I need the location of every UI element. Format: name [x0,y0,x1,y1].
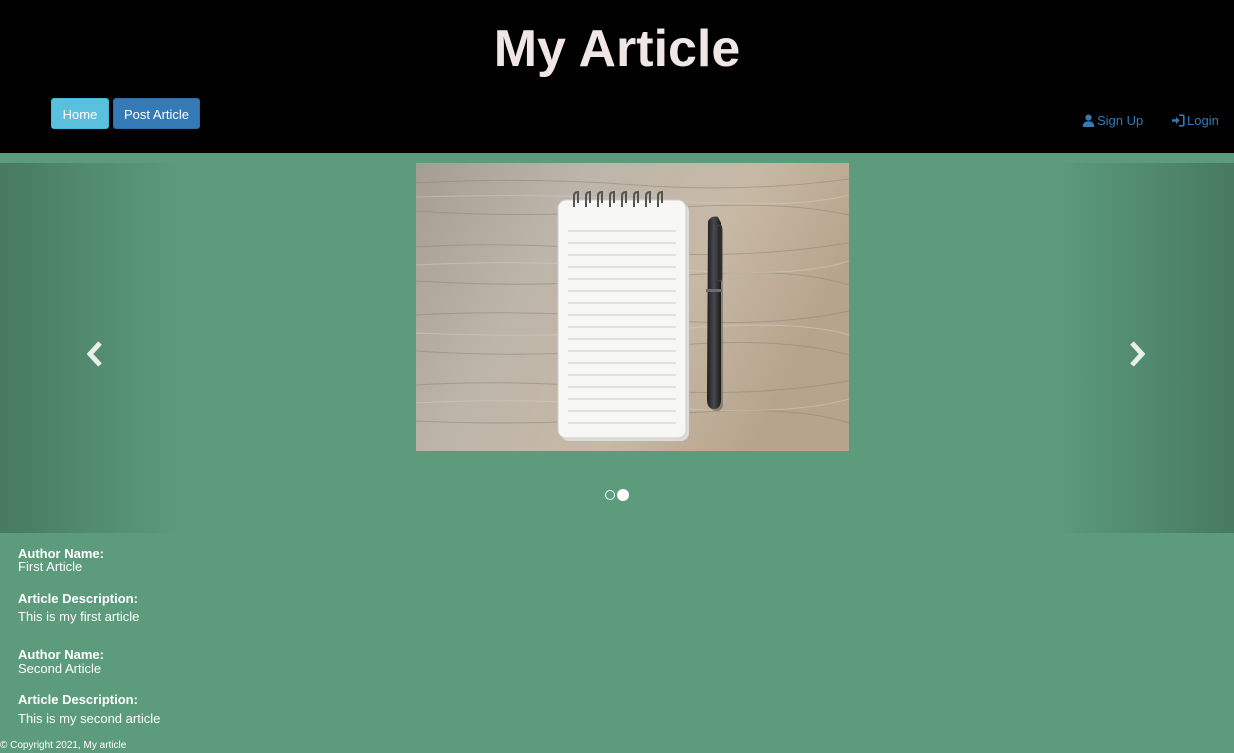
sign-up-label: Sign Up [1097,113,1144,128]
article-description-value: This is my first article [18,609,140,624]
article-description-label: Article Description: [18,591,138,606]
author-name-label: Author Name: [18,647,104,662]
article-carousel [0,163,1234,533]
chevron-left-icon [86,341,102,367]
footer-copyright: © Copyright 2021, My article [0,740,127,751]
article-description-value: This is my second article [18,711,161,726]
author-name-value: First Article [18,559,83,574]
home-button[interactable]: Home [51,98,109,129]
user-icon [1082,114,1095,127]
site-header: My Article Home Post Article Sign Up Log… [0,0,1234,153]
post-article-button[interactable]: Post Article [113,98,200,129]
article-description-label: Article Description: [18,692,138,707]
login-link[interactable]: Login [1171,111,1219,131]
sign-up-link[interactable]: Sign Up [1082,111,1143,131]
carousel-prev-button[interactable] [0,163,185,533]
carousel-indicator-1[interactable] [605,490,615,500]
carousel-indicator-2-active[interactable] [617,489,629,501]
site-title: My Article [493,20,741,78]
carousel-next-button[interactable] [1049,163,1234,533]
login-label: Login [1187,113,1219,128]
login-icon [1172,114,1185,127]
chevron-right-icon [1130,341,1146,367]
notepad-pen-image [416,163,849,451]
author-name-value: Second Article [18,661,102,676]
